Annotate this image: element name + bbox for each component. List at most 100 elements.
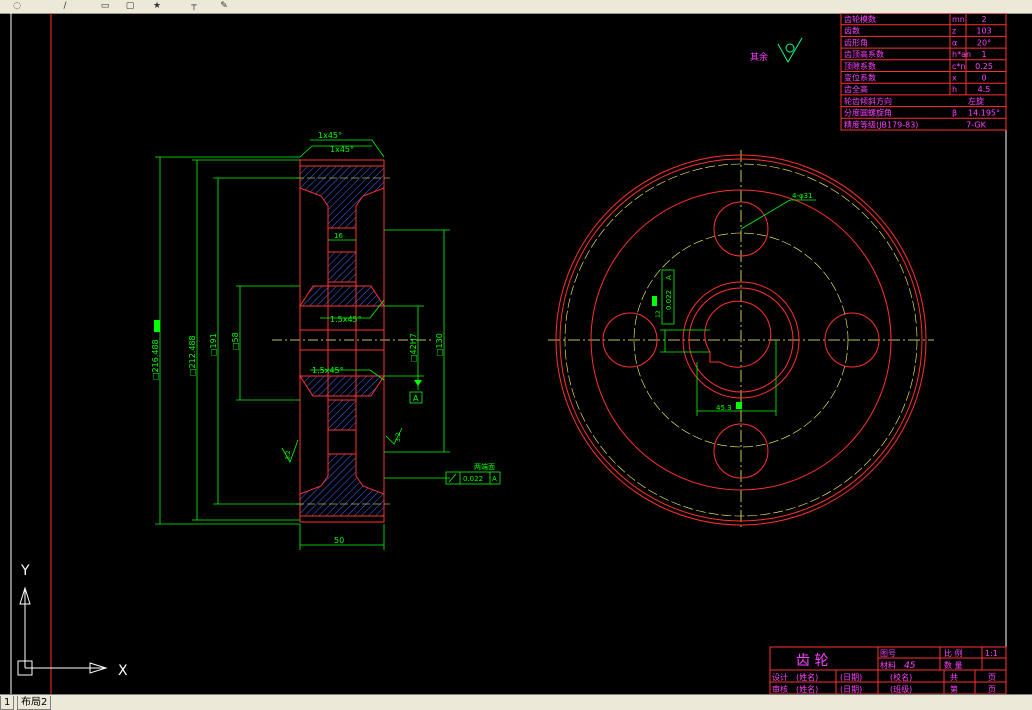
param-symbol: h*an [952, 50, 971, 59]
class-label: (班级) [890, 684, 912, 694]
drawing-no-label: 图号 [880, 649, 896, 658]
pen-icon[interactable]: / [58, 0, 72, 12]
design-date: (日期) [840, 673, 862, 682]
param-value: 14.195° [968, 109, 1000, 118]
chamfer-top2-label: 1x45° [330, 145, 354, 154]
ucs-icon [17, 586, 108, 676]
total-label: 共 [950, 673, 958, 682]
tolerance-marker-icon [154, 320, 160, 332]
param-value: 0.25 [975, 62, 993, 71]
keyway-dim-label: 45.3 [716, 404, 732, 412]
scale-label: 比 例 [944, 648, 963, 658]
dim-50-label: 50 [334, 536, 344, 545]
param-symbol: z [952, 27, 956, 36]
section-view: 1x45° 1x45° 1.5x45° 1.5x45° □216.488 □21… [151, 131, 501, 550]
param-name: 顶隙系数 [844, 61, 876, 71]
checker-name: (姓名) [796, 684, 818, 694]
roughness-note: 其余 [750, 37, 803, 64]
qty-label: 数 量 [944, 660, 963, 670]
param-value: 0 [981, 74, 986, 83]
material-value: 45 [904, 661, 916, 671]
dim-130-label: □130 [435, 333, 444, 356]
param-symbol: h [952, 85, 957, 94]
designer-label: 设计 [772, 672, 788, 682]
param-value: 1 [981, 50, 986, 59]
check-date: (日期) [840, 685, 862, 694]
rim-top-section [299, 165, 385, 229]
gear-parameters-table: 齿轮模数 mn 2 齿数 z 103 齿形角 α 20° 齿顶高系数 h*an 1 顶隙系数 c*n 0.2… [840, 13, 1007, 131]
param-symbol: mn [952, 15, 965, 24]
dim-212-label: □212.488 [188, 335, 197, 376]
keyway-tolerance-value: 0.022 [665, 290, 673, 310]
dim-16-label: 16 [334, 232, 343, 240]
roughness-right-label: 3.2 [395, 432, 402, 442]
param-symbol: α [952, 38, 957, 47]
front-view: 4-φ31 45.3 0.022 A 12 [548, 150, 934, 528]
param-value: 2 [981, 15, 986, 24]
roughness-symbol-icon [777, 37, 803, 64]
dim-42-label: □42H7 [409, 333, 418, 362]
paint-icon[interactable]: ✎ [217, 0, 231, 12]
star-icon[interactable]: ★ [150, 0, 164, 12]
param-name: 精度等级(JB179-83) [844, 119, 918, 129]
param-symbol: β [952, 109, 957, 118]
keyway-tolerance-datum: A [665, 275, 673, 280]
dim-191-label: □191 [209, 333, 218, 356]
copy-icon[interactable]: ▢ [123, 0, 137, 12]
param-name: 齿全高 [844, 84, 868, 94]
cursor-icon[interactable]: ┬ [187, 0, 201, 12]
param-symbol: c*n [952, 62, 965, 71]
param-name: 轮齿倾斜方向 [844, 96, 892, 106]
runout-icon [448, 473, 457, 483]
layout-tab-bar: 1 布局2 [0, 694, 1032, 710]
layout-tab-1[interactable]: 1 [0, 696, 15, 710]
datum-triangle-icon [414, 380, 422, 386]
toolbar: ◌ / ▭ ▢ ★ ┬ ✎ [0, 0, 1032, 14]
param-value: 左旋 [968, 96, 984, 106]
page-label: 第 [950, 684, 958, 694]
bore-keyway [704, 300, 772, 368]
tolerance-note-label: 两端面 [474, 462, 495, 471]
chamfer-mid1-label: 1.5x45° [330, 315, 362, 324]
scale-value: 1:1 [985, 649, 998, 658]
web-bottom-section [327, 399, 357, 431]
web-top-section [327, 251, 357, 283]
drawing-title: 齿 轮 [796, 653, 828, 669]
doc-icon[interactable]: ▭ [98, 0, 112, 12]
total-unit: 页 [988, 673, 996, 682]
param-name: 齿数 [844, 26, 860, 36]
param-value: 103 [976, 27, 991, 36]
keyway-width-label: 12 [655, 310, 662, 318]
material-label: 材料 [880, 660, 896, 670]
datum-label: A [413, 394, 419, 403]
param-symbol: x [952, 74, 957, 83]
hole-callout-label: 4-φ31 [792, 192, 813, 200]
layout-tab-2[interactable]: 布局2 [17, 696, 52, 710]
page-unit: 页 [988, 685, 996, 694]
param-name: 变位系数 [844, 73, 876, 83]
tolerance-datum: A [492, 475, 497, 483]
roughness-note-label: 其余 [750, 51, 768, 63]
param-value: 7-GK [966, 120, 986, 129]
zoom-icon[interactable]: ◌ [10, 0, 24, 12]
designer-name: (姓名) [796, 672, 818, 682]
ucs-y-label: Y [20, 563, 30, 579]
chamfer-top1-label: 1x45° [318, 131, 342, 140]
param-name: 齿形角 [844, 37, 868, 47]
param-name: 齿轮模数 [844, 14, 876, 24]
hub-top-section [299, 285, 385, 307]
dim-58-label: □58 [231, 332, 240, 350]
param-value: 4.5 [978, 85, 991, 94]
param-name: 齿顶高系数 [844, 49, 884, 59]
rim-bottom-section [299, 453, 385, 517]
hub-bottom-section [299, 375, 385, 397]
school-label: (校名) [890, 672, 912, 682]
dim-216-label: □216.488 [151, 339, 160, 380]
drawing-canvas[interactable]: 齿轮模数 mn 2 齿数 z 103 齿形角 α 20° 齿顶高系数 h*an 1 顶隙系数 c*n 0.2… [0, 13, 1032, 694]
param-name: 分度圆螺旋角 [844, 108, 892, 118]
ucs-x-label: X [118, 663, 128, 679]
chamfer-mid2-label: 1.5x45° [312, 366, 344, 375]
tolerance-value: 0.022 [463, 475, 483, 483]
title-block: 齿 轮 图号 比 例 1:1 材料 45 数 量 设计 (姓名) (日期) 审核… [769, 646, 1007, 694]
param-value: 20° [977, 38, 991, 47]
